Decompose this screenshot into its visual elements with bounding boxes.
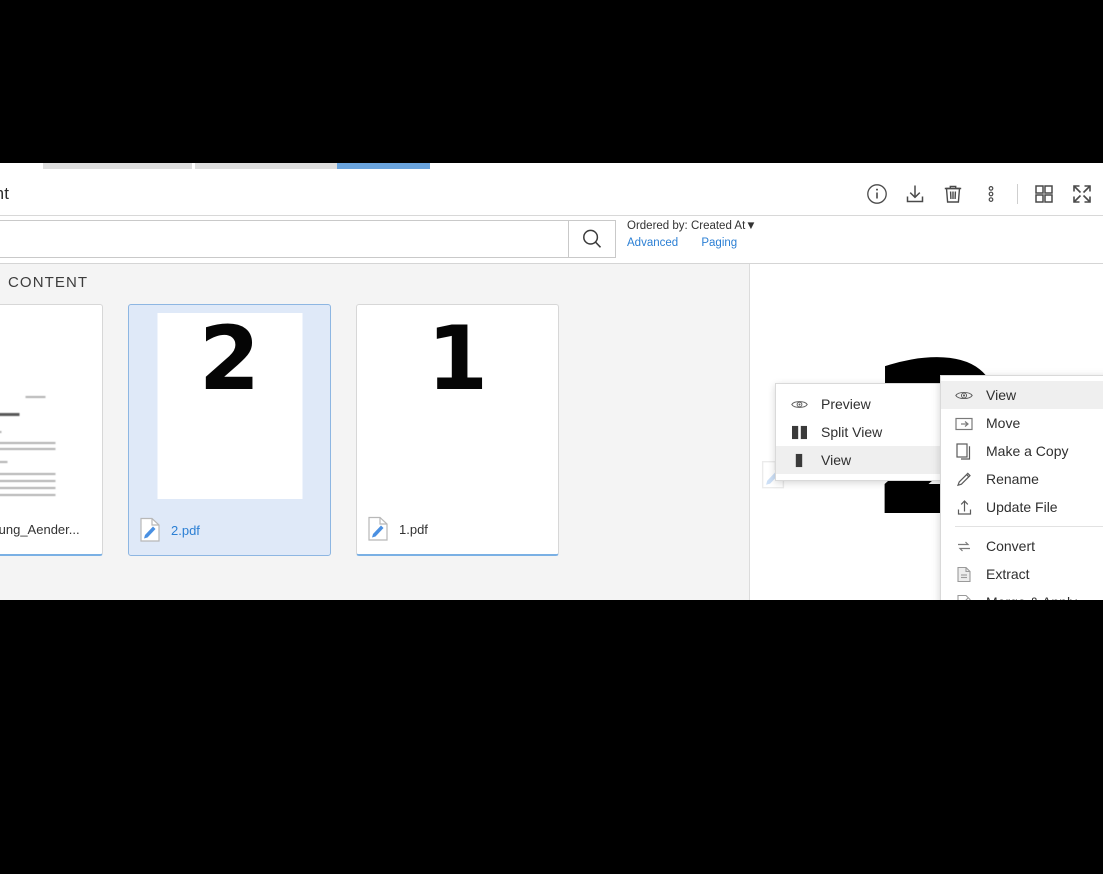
menu-item-label: Make a Copy <box>986 443 1069 459</box>
menu-item-label: Update File <box>986 499 1058 515</box>
menu-item-view[interactable]: View <box>941 381 1103 409</box>
card-thumbnail: 1 <box>385 313 530 499</box>
ordered-by-row[interactable]: Ordered by: Created At▼ <box>627 220 757 232</box>
merge-icon <box>955 594 973 600</box>
tab-strip <box>0 163 1103 171</box>
card-thumbnail <box>0 313 74 499</box>
card-footer: 2.pdf <box>139 517 322 543</box>
menu-item-label: Merge & Apply <box>986 594 1077 600</box>
menu-item-make-a-copy[interactable]: Make a Copy <box>941 437 1103 465</box>
info-icon[interactable] <box>858 176 896 212</box>
header-toolbar <box>858 176 1101 212</box>
menu-item-label: View <box>986 387 1017 403</box>
menu-item-move[interactable]: Move <box>941 409 1103 437</box>
convert-icon <box>955 539 973 554</box>
expand-icon[interactable] <box>1063 176 1101 212</box>
tab-segment-2[interactable] <box>195 163 337 169</box>
move-icon <box>955 416 973 431</box>
eye-icon <box>955 389 973 402</box>
advanced-link[interactable]: Advanced <box>627 237 678 249</box>
ordering-controls: Ordered by: Created At▼ Advanced Paging <box>627 220 757 249</box>
menu-item-label: Rename <box>986 471 1039 487</box>
submenu-item-preview[interactable]: Preview <box>776 390 944 418</box>
pencil-icon <box>955 471 973 488</box>
submenu-item-label: View <box>821 452 852 468</box>
card-label: 2.pdf <box>171 522 200 538</box>
submenu-item-label: Split View <box>821 424 883 440</box>
ordered-by-value: Created At <box>690 220 746 232</box>
content-area: CONTENT ng_Aender... 2 2.pdf 1 1.pdf <box>0 264 750 600</box>
card-grid: 12_Mitteilung_Aender... 2 <box>0 304 559 556</box>
page-title: tent <box>0 184 10 203</box>
menu-item-label: Extract <box>986 566 1030 582</box>
menu-divider <box>955 526 1103 527</box>
app-header: tent <box>0 171 1103 216</box>
download-icon[interactable] <box>896 176 934 212</box>
menu-item-convert[interactable]: Convert <box>941 532 1103 560</box>
copy-icon <box>955 442 973 460</box>
search-button[interactable] <box>568 220 616 258</box>
toolbar-divider <box>1017 184 1018 204</box>
tab-segment-1[interactable] <box>43 163 192 169</box>
content-heading: CONTENT <box>8 274 89 291</box>
submenu-item-split-view[interactable]: Split View <box>776 418 944 446</box>
menu-item-extract[interactable]: Extract <box>941 560 1103 588</box>
more-vertical-icon[interactable] <box>972 176 1010 212</box>
grid-view-icon[interactable] <box>1025 176 1063 212</box>
trash-icon[interactable] <box>934 176 972 212</box>
menu-item-rename[interactable]: Rename <box>941 465 1103 493</box>
submenu-item-label: Preview <box>821 396 871 412</box>
card-footer: 1.pdf <box>367 516 550 542</box>
menu-item-label: Convert <box>986 538 1036 554</box>
chevron-down-icon[interactable]: ▼ <box>745 220 756 232</box>
context-menu: View Move Make a Copy Rename Update File… <box>940 375 1103 600</box>
split-view-icon <box>790 425 808 440</box>
extract-icon <box>955 566 973 583</box>
menu-item-update-file[interactable]: Update File <box>941 493 1103 521</box>
submenu-item-view[interactable]: View <box>776 446 944 474</box>
tab-segment-3[interactable] <box>337 163 430 169</box>
paging-link[interactable]: Paging <box>701 237 737 249</box>
thumbnail-number: 2 <box>198 313 261 410</box>
search-bar: Ordered by: Created At▼ Advanced Paging <box>0 216 1103 264</box>
pdf-edit-icon <box>139 517 161 543</box>
menu-item-label: Move <box>986 415 1021 431</box>
ordered-by-label: Ordered by: <box>627 220 688 232</box>
card-footer: 12_Mitteilung_Aender... <box>0 516 94 542</box>
card-thumbnail: 2 <box>157 313 302 499</box>
view-submenu: Preview Split View View <box>775 383 945 481</box>
thumbnail-number: 1 <box>426 313 489 410</box>
single-view-icon <box>790 453 808 468</box>
card-label: 12_Mitteilung_Aender... <box>0 521 80 537</box>
search-input[interactable] <box>0 220 568 258</box>
content-card-1pdf[interactable]: 1 1.pdf <box>356 304 559 556</box>
search-icon <box>578 225 606 253</box>
screen-root: tent <box>0 0 1103 874</box>
content-card-2pdf[interactable]: 2 2.pdf <box>128 304 331 556</box>
content-card-document[interactable]: 12_Mitteilung_Aender... <box>0 304 103 556</box>
pdf-edit-icon <box>367 516 389 542</box>
eye-icon <box>790 398 808 411</box>
application-window: tent <box>0 163 1103 600</box>
upload-icon <box>955 499 973 516</box>
card-label: 1.pdf <box>399 521 428 537</box>
menu-item-merge-apply[interactable]: Merge & Apply <box>941 588 1103 600</box>
